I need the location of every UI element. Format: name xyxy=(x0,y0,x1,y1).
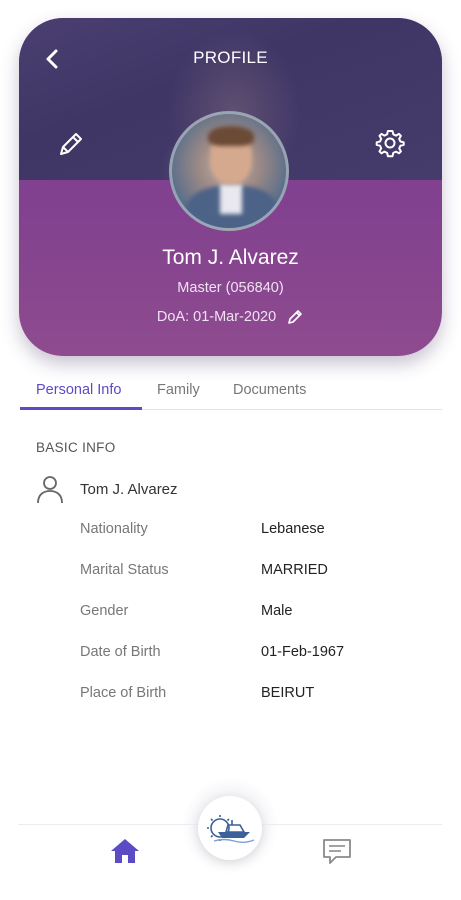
info-row-date-of-birth: Date of Birth 01-Feb-1967 xyxy=(80,644,420,664)
profile-header: PROFILE Tom J. Alvarez Master (056840) D… xyxy=(19,18,442,356)
info-label: Nationality xyxy=(80,521,148,537)
tab-documents[interactable]: Documents xyxy=(233,382,306,398)
info-value: Male xyxy=(261,603,293,619)
pencil-icon xyxy=(288,310,302,324)
info-value: 01-Feb-1967 xyxy=(261,644,345,660)
profile-rank: Master (056840) xyxy=(177,280,284,296)
avatar[interactable] xyxy=(169,111,289,231)
profile-tabs: Personal Info Family Documents xyxy=(20,374,442,410)
settings-button[interactable] xyxy=(373,126,407,160)
person-icon xyxy=(37,476,63,504)
nav-messages-button[interactable] xyxy=(320,835,354,867)
edit-profile-button[interactable] xyxy=(55,128,87,160)
center-logo-button[interactable] xyxy=(198,796,262,860)
info-label: Gender xyxy=(80,603,129,619)
pencil-icon xyxy=(60,133,82,155)
tab-personal-info[interactable]: Personal Info xyxy=(36,382,121,398)
doa-row: DoA: 01-Mar-2020 xyxy=(19,308,442,326)
info-label: Date of Birth xyxy=(80,644,161,660)
chat-icon xyxy=(323,839,351,864)
section-title: BASIC INFO xyxy=(36,440,116,455)
active-tab-indicator xyxy=(20,407,142,410)
doa-text: DoA: 01-Mar-2020 xyxy=(156,309,277,325)
page-title: PROFILE xyxy=(193,48,268,67)
gear-icon xyxy=(375,130,405,158)
home-icon xyxy=(111,839,139,863)
ship-gear-logo-icon xyxy=(207,815,255,843)
info-row-nationality: Nationality Lebanese xyxy=(80,521,420,541)
info-row-place-of-birth: Place of Birth BEIRUT xyxy=(80,685,420,705)
info-value: MARRIED xyxy=(261,562,328,578)
nav-home-button[interactable] xyxy=(108,835,142,867)
profile-name: Tom J. Alvarez xyxy=(162,246,299,269)
info-row-marital-status: Marital Status MARRIED xyxy=(80,562,420,582)
tab-family[interactable]: Family xyxy=(157,382,200,398)
info-label: Marital Status xyxy=(80,562,169,578)
edit-doa-button[interactable] xyxy=(286,308,304,326)
info-row-gender: Gender Male xyxy=(80,603,420,623)
full-name: Tom J. Alvarez xyxy=(80,481,178,498)
info-label: Place of Birth xyxy=(80,685,167,701)
info-value: BEIRUT xyxy=(261,685,315,701)
info-value: Lebanese xyxy=(261,521,325,537)
